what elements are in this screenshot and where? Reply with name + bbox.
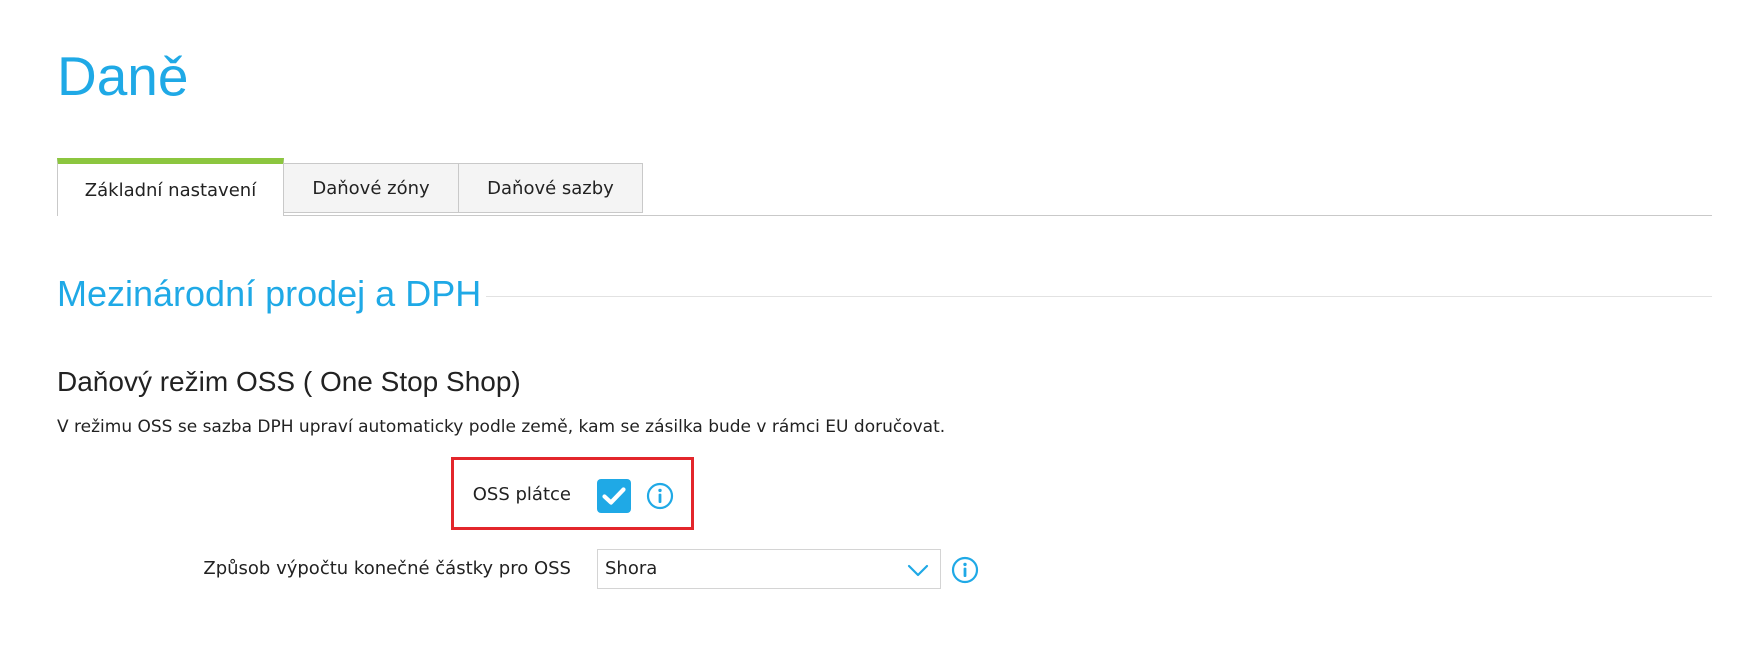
section-heading: Mezinárodní prodej a DPH	[57, 273, 482, 314]
checkmark-icon	[602, 487, 626, 505]
tab-bar: Základní nastavení Daňové zóny Daňové sa…	[57, 158, 1712, 216]
tab-tax-rates[interactable]: Daňové sazby	[458, 163, 643, 213]
oss-description: V režimu OSS se sazba DPH upraví automat…	[57, 417, 946, 437]
oss-payer-label: OSS plátce	[472, 484, 571, 505]
calc-method-select[interactable]: Shora	[597, 549, 941, 589]
oss-payer-checkbox[interactable]	[597, 479, 631, 513]
section-divider	[486, 296, 1712, 297]
info-icon[interactable]	[951, 556, 979, 584]
oss-subheading: Daňový režim OSS ( One Stop Shop)	[57, 366, 521, 397]
tab-tax-zones[interactable]: Daňové zóny	[283, 163, 459, 213]
calc-method-label: Způsob výpočtu konečné částky pro OSS	[203, 558, 571, 579]
info-icon[interactable]	[646, 482, 674, 510]
tab-basic-settings[interactable]: Základní nastavení	[57, 158, 284, 216]
calc-method-value: Shora	[605, 558, 658, 579]
page-title: Daně	[57, 45, 189, 107]
chevron-down-icon	[907, 564, 929, 577]
